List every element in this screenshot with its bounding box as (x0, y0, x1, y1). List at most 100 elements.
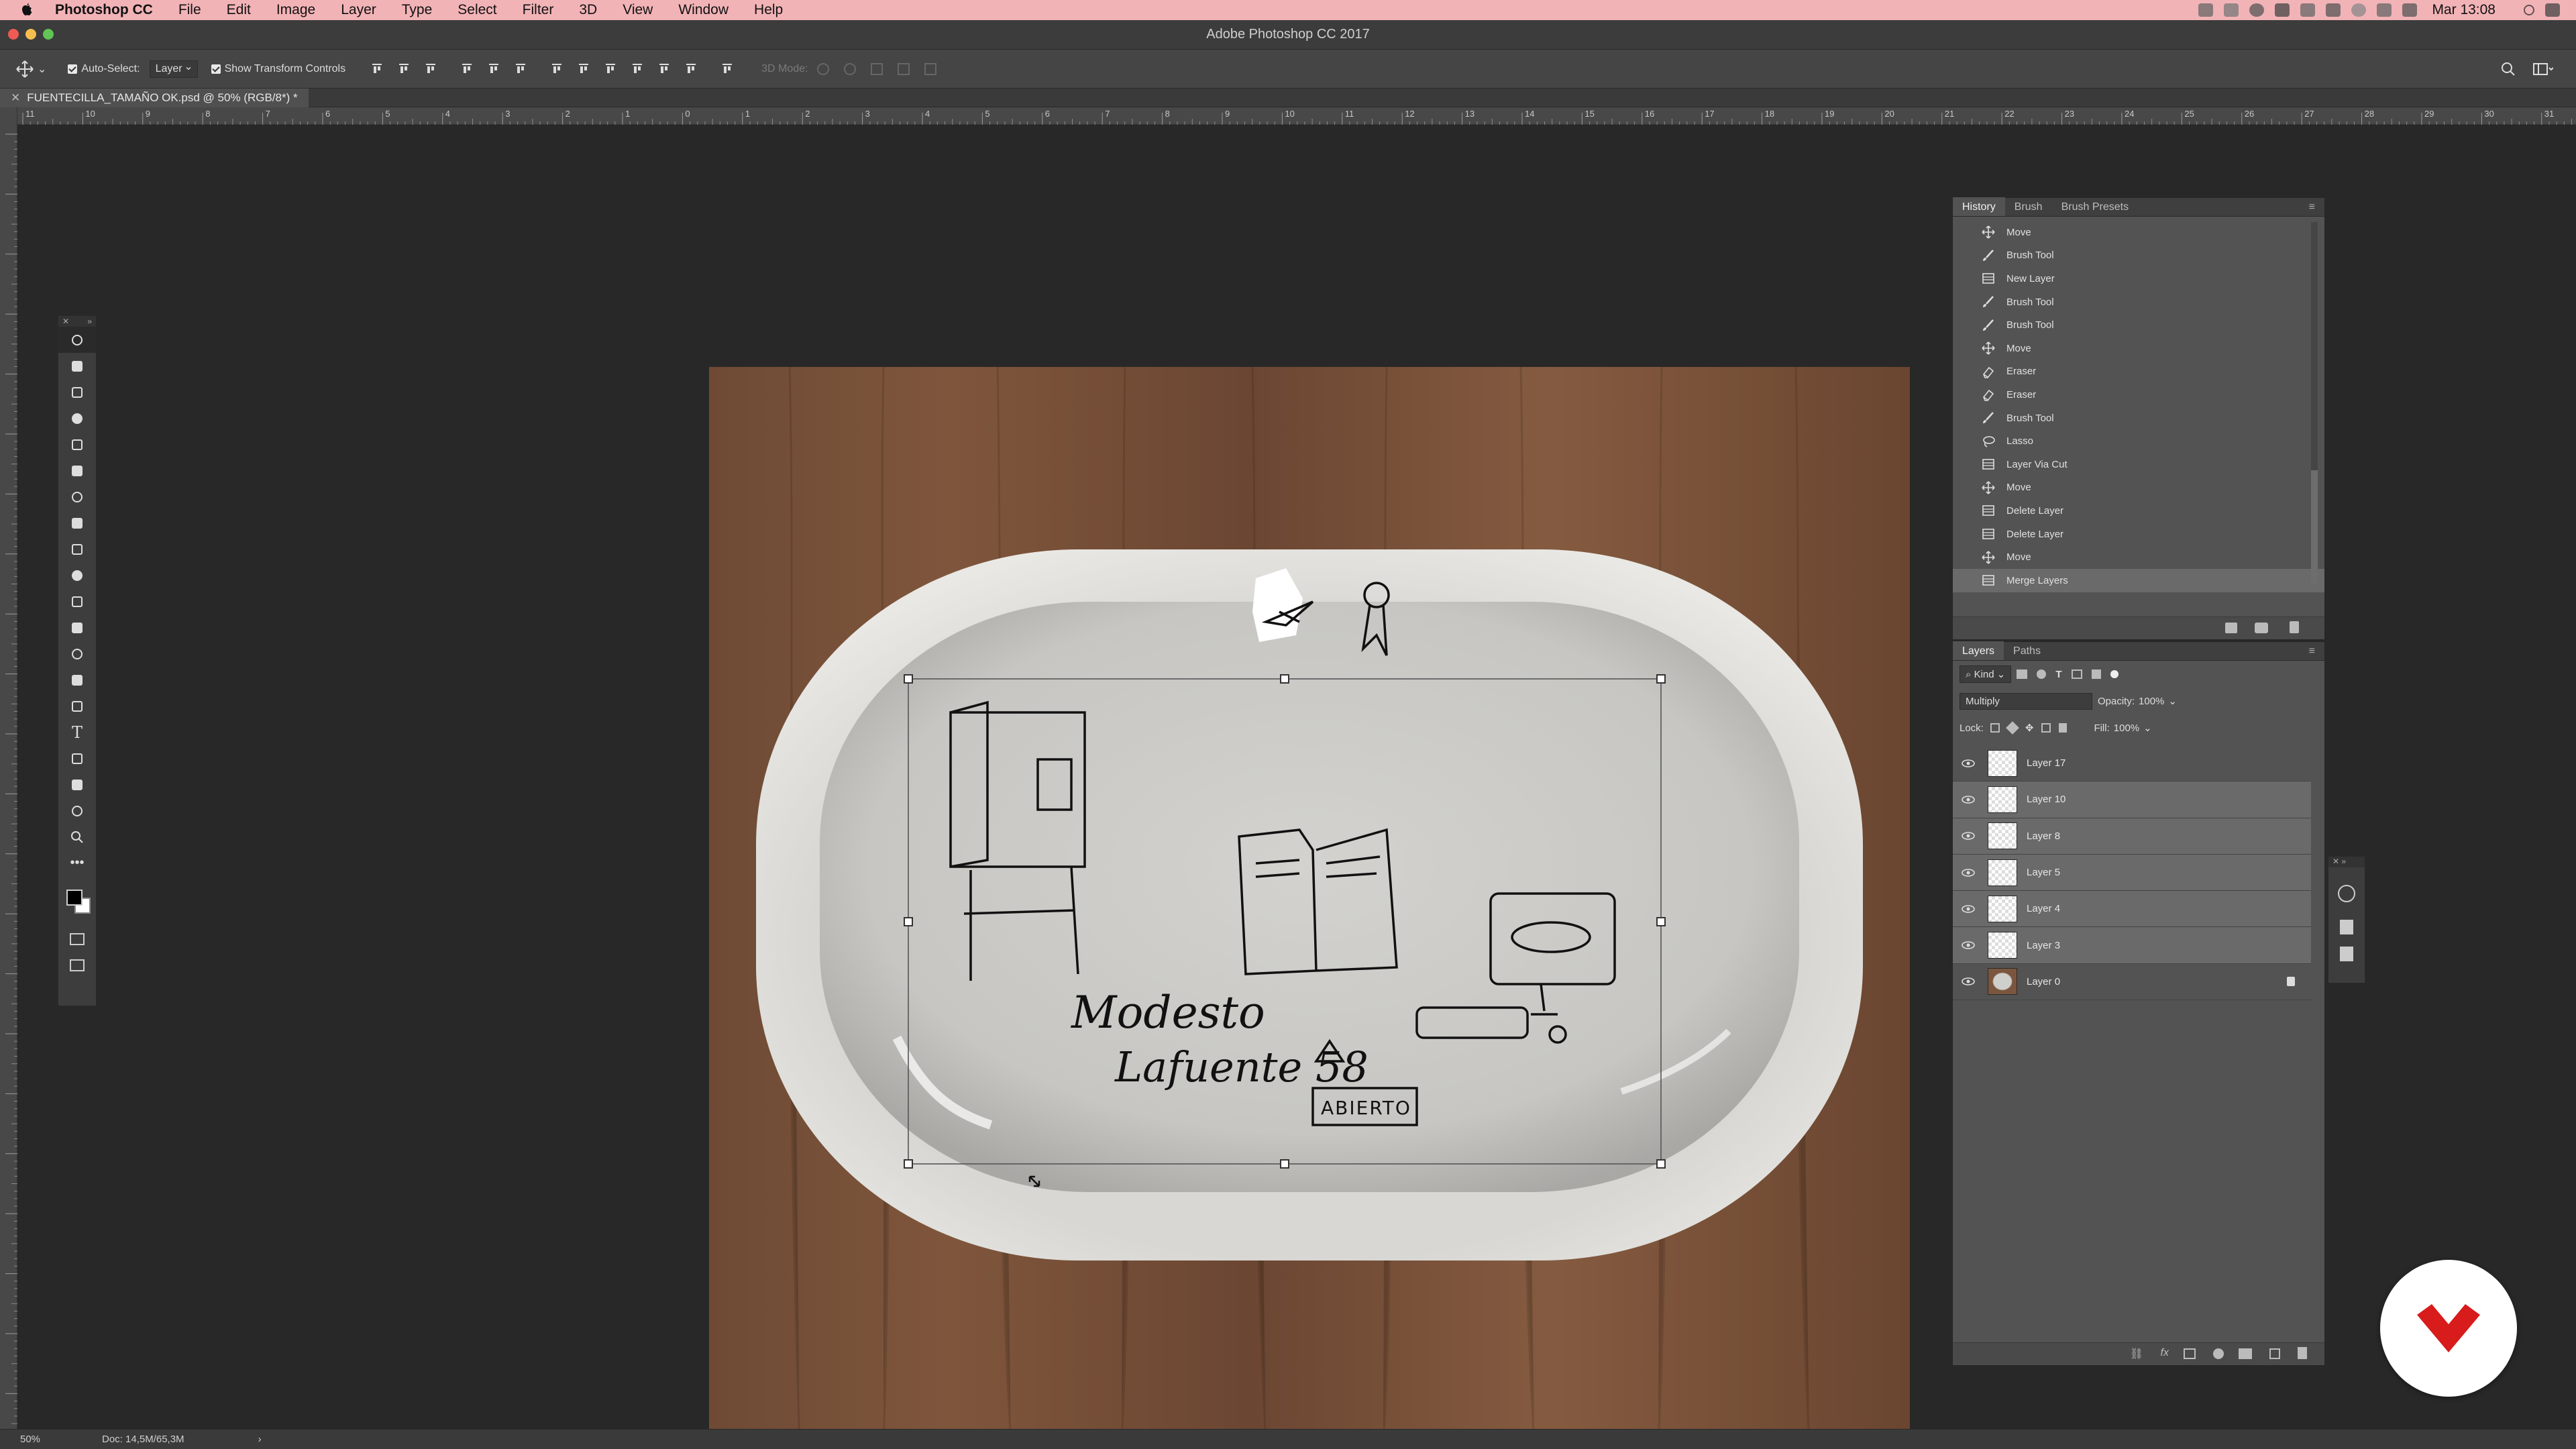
panel-menu-icon[interactable]: ≡ (2300, 641, 2324, 660)
history-state[interactable]: Lasso (1953, 429, 2324, 453)
workspace-switcher-icon[interactable] (2533, 62, 2554, 80)
location-icon[interactable] (2300, 3, 2316, 17)
minimize-window-icon[interactable] (25, 29, 36, 40)
crop-tool-icon[interactable] (58, 431, 96, 458)
new-layer-icon[interactable] (2269, 1348, 2280, 1359)
magic-wand-tool-icon[interactable] (58, 405, 96, 431)
libraries-panel-icon[interactable] (2340, 947, 2353, 961)
type-tool-icon[interactable]: T (58, 719, 96, 745)
zoom-tool-icon[interactable] (58, 824, 96, 850)
menu-window[interactable]: Window (678, 2, 729, 18)
layer-name[interactable]: Layer 10 (2027, 794, 2065, 805)
filter-type-icon[interactable]: T (2055, 669, 2061, 680)
blur-tool-icon[interactable] (58, 641, 96, 667)
distribute-horizontal-center-icon[interactable] (658, 63, 670, 75)
close-panel-icon[interactable]: ✕ (62, 317, 69, 326)
layer-thumbnail[interactable] (1988, 895, 2017, 922)
hand-tool-icon[interactable] (58, 798, 96, 824)
3d-orbit-icon[interactable] (817, 62, 830, 75)
zoom-level-field[interactable]: 50% (0, 1434, 74, 1445)
3d-slide-icon[interactable] (898, 62, 910, 75)
apple-icon[interactable] (20, 0, 39, 20)
layer-visibility-eye-icon[interactable] (1958, 795, 1978, 804)
layer-thumbnail[interactable] (1988, 749, 2017, 777)
auto-select-checkbox[interactable]: Auto-Select: (68, 63, 140, 75)
close-window-icon[interactable] (8, 29, 19, 40)
lock-artboard-icon[interactable] (2041, 723, 2051, 733)
add-mask-icon[interactable] (2184, 1348, 2196, 1359)
document-canvas[interactable]: Modesto Lafuente 58 ABIERTO (709, 367, 1910, 1444)
lock-position-icon[interactable]: ✥ (2025, 722, 2034, 734)
dock-header[interactable]: ✕ » (2328, 857, 2365, 867)
history-state[interactable]: Brush Tool (1953, 290, 2324, 314)
layer-visibility-eye-icon[interactable] (1958, 941, 1978, 950)
opacity-value[interactable]: 100% (2139, 696, 2164, 707)
wifi-icon[interactable] (2326, 3, 2341, 17)
paint-bucket-tool-icon[interactable] (58, 614, 96, 641)
3d-roll-icon[interactable] (844, 62, 857, 75)
link-layers-icon[interactable]: ⛓ (2130, 1347, 2143, 1360)
filter-adjustment-icon[interactable] (2037, 669, 2047, 679)
transform-handle-right[interactable] (1656, 917, 1666, 926)
align-horizontal-center-icon[interactable] (488, 63, 500, 75)
layer-style-icon[interactable]: fx (2161, 1347, 2169, 1359)
search-icon[interactable] (2501, 62, 2516, 80)
new-adjustment-layer-icon[interactable] (2213, 1348, 2224, 1359)
tab-brush-presets[interactable]: Brush Presets (2052, 197, 2138, 216)
transform-handle-top-left[interactable] (904, 674, 913, 684)
history-scrollbar[interactable] (2311, 222, 2318, 584)
pen-tool-icon[interactable] (58, 693, 96, 719)
layer-row[interactable]: Layer 17 (1953, 745, 2311, 782)
layer-name[interactable]: Layer 0 (2027, 976, 2060, 987)
move-tool-icon[interactable] (58, 327, 96, 353)
layer-row[interactable]: Layer 5 (1953, 854, 2311, 892)
cloud-icon[interactable] (2224, 3, 2239, 17)
new-snapshot-icon[interactable] (2255, 623, 2268, 633)
history-state[interactable]: New Layer (1953, 267, 2324, 290)
menu-layer[interactable]: Layer (341, 2, 376, 18)
align-left-icon[interactable] (461, 63, 473, 75)
3d-scale-icon[interactable] (924, 62, 937, 75)
info-panel-icon[interactable] (2338, 885, 2355, 902)
filter-pixel-icon[interactable] (2017, 669, 2028, 679)
layer-name[interactable]: Layer 5 (2027, 867, 2060, 878)
layer-thumbnail[interactable] (1988, 786, 2017, 813)
menu-image[interactable]: Image (276, 2, 315, 18)
layer-visibility-eye-icon[interactable] (1958, 977, 1978, 986)
align-right-icon[interactable] (515, 63, 527, 75)
quick-mask-icon[interactable] (58, 926, 96, 952)
layer-name[interactable]: Layer 8 (2027, 830, 2060, 842)
spotlight-search-icon[interactable] (2524, 5, 2534, 15)
lock-transparent-icon[interactable] (1990, 723, 2000, 733)
auto-select-target-select[interactable]: Layer (149, 60, 198, 78)
dodge-tool-icon[interactable] (58, 667, 96, 693)
transform-handle-bottom-left[interactable] (904, 1159, 913, 1169)
panel-menu-icon[interactable]: ≡ (2300, 197, 2324, 216)
show-transform-controls-checkbox[interactable]: Show Transform Controls (211, 63, 345, 75)
distribute-right-icon[interactable] (685, 63, 697, 75)
menu-edit[interactable]: Edit (227, 2, 251, 18)
menu-filter[interactable]: Filter (523, 2, 554, 18)
layer-row[interactable]: Layer 4 (1953, 891, 2311, 928)
layer-visibility-eye-icon[interactable] (1958, 868, 1978, 877)
layer-thumbnail[interactable] (1988, 822, 2017, 850)
menu-3d[interactable]: 3D (579, 2, 597, 18)
distribute-bottom-icon[interactable] (604, 63, 616, 75)
transform-handle-bottom-right[interactable] (1656, 1159, 1666, 1169)
blend-mode-select[interactable]: Multiply (1960, 692, 2092, 710)
history-state[interactable]: Brush Tool (1953, 407, 2324, 430)
distribute-top-icon[interactable] (551, 63, 563, 75)
align-top-icon[interactable] (371, 63, 383, 75)
layer-thumbnail[interactable] (1988, 859, 2017, 886)
menu-select[interactable]: Select (458, 2, 496, 18)
transform-handle-left[interactable] (904, 917, 913, 926)
layer-row[interactable]: Layer 10 (1953, 782, 2311, 818)
fill-value[interactable]: 100% (2114, 722, 2139, 734)
close-document-icon[interactable]: ✕ (11, 91, 20, 105)
transform-handle-top-right[interactable] (1656, 674, 1666, 684)
lock-all-icon[interactable] (2059, 723, 2068, 733)
menu-type[interactable]: Type (402, 2, 433, 18)
clone-stamp-tool-icon[interactable] (58, 536, 96, 562)
marquee-tool-icon[interactable] (58, 353, 96, 379)
canvas-area[interactable]: Modesto Lafuente 58 ABIERTO (18, 125, 1939, 1444)
